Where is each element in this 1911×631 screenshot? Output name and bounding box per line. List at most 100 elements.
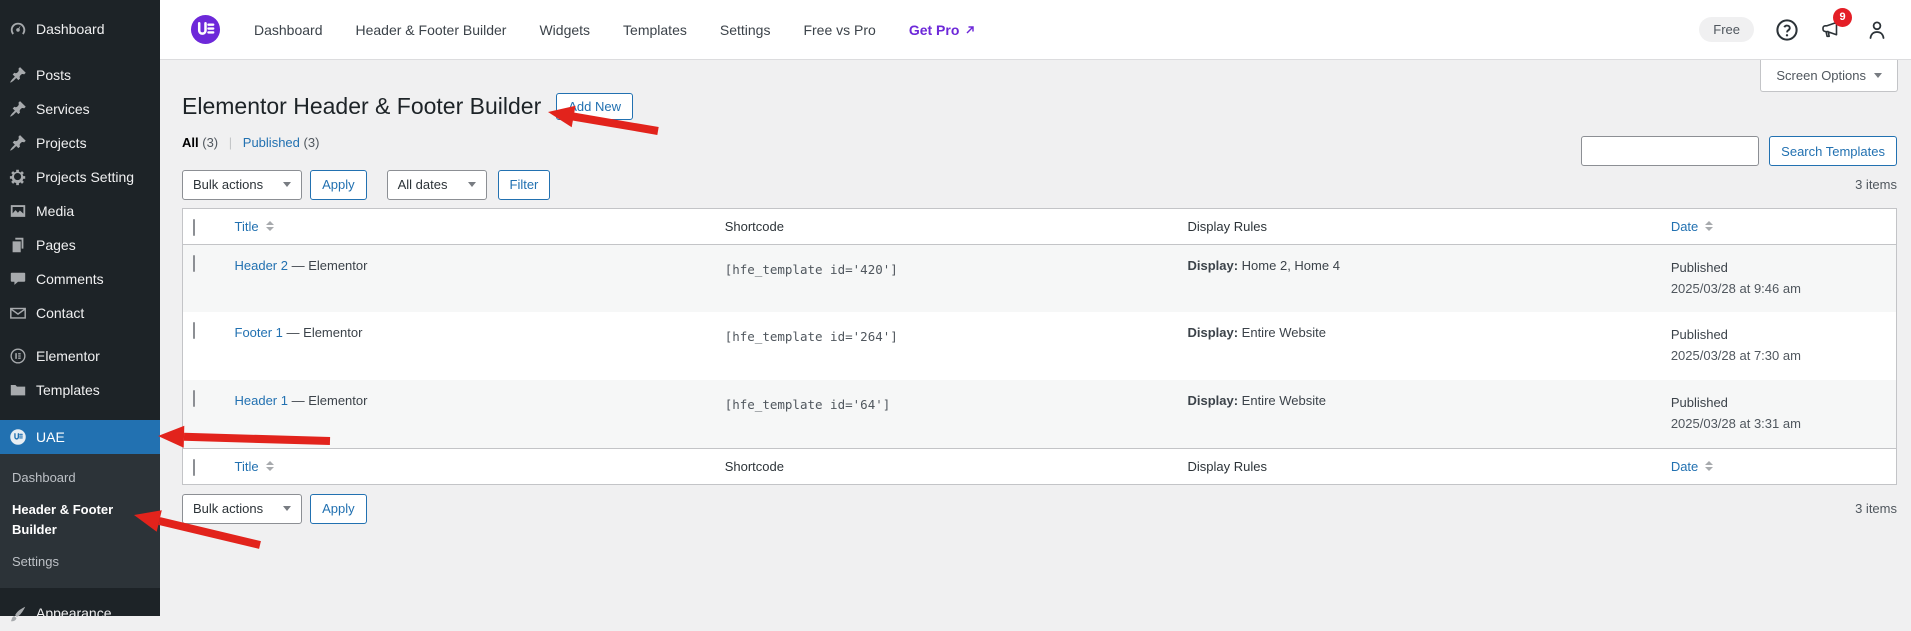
- topnav-dashboard[interactable]: Dashboard: [254, 22, 323, 38]
- row-status: Published: [1671, 393, 1886, 414]
- topnav-templates[interactable]: Templates: [623, 22, 687, 38]
- table-nav-bottom: Bulk actions Apply 3 items: [182, 494, 1897, 524]
- sidebar-item-elementor[interactable]: Elementor: [0, 339, 160, 373]
- row-date: 2025/03/28 at 3:31 am: [1671, 414, 1886, 435]
- sidebar-item-services[interactable]: Services: [0, 92, 160, 126]
- sidebar-item-templates[interactable]: Templates: [0, 373, 160, 407]
- apply-button-bottom[interactable]: Apply: [310, 494, 367, 524]
- chevron-down-icon: [283, 182, 291, 187]
- column-header-date[interactable]: Date: [1671, 219, 1713, 234]
- sidebar-item-pages[interactable]: Pages: [0, 228, 160, 262]
- sidebar-item-label: Contact: [36, 305, 84, 322]
- admin-content-area: Screen Options Elementor Header & Footer…: [160, 60, 1911, 616]
- submenu-item-header-footer-builder[interactable]: Header & Footer Builder: [0, 494, 160, 546]
- row-title-link[interactable]: Footer 1: [235, 325, 283, 340]
- get-pro-label: Get Pro: [909, 22, 960, 38]
- add-new-button[interactable]: Add New: [556, 93, 633, 120]
- uae-submenu: Dashboard Header & Footer Builder Settin…: [0, 454, 160, 588]
- sidebar-item-dashboard[interactable]: Dashboard: [0, 12, 160, 46]
- envelope-icon: [9, 304, 27, 322]
- bulk-actions-label: Bulk actions: [193, 501, 263, 516]
- column-header-title[interactable]: Title: [235, 219, 274, 234]
- account-icon[interactable]: [1865, 18, 1889, 42]
- row-status: Published: [1671, 258, 1886, 279]
- get-pro-link[interactable]: Get Pro: [909, 22, 977, 38]
- sidebar-item-label: Appearance: [36, 605, 112, 622]
- pushpin-icon: [9, 66, 27, 84]
- column-footer-shortcode: Shortcode: [715, 448, 1178, 484]
- sidebar-item-posts[interactable]: Posts: [0, 58, 160, 92]
- templates-table: Title Shortcode Display Rules Date Heade…: [182, 208, 1897, 485]
- sidebar-item-media[interactable]: Media: [0, 194, 160, 228]
- select-all-checkbox[interactable]: [193, 219, 195, 236]
- view-published-count: (3): [304, 135, 320, 150]
- row-checkbox[interactable]: [193, 322, 195, 339]
- notification-count-badge: 9: [1833, 8, 1852, 27]
- search-templates-input[interactable]: [1581, 136, 1759, 166]
- screen-options-label: Screen Options: [1776, 68, 1866, 83]
- folder-icon: [9, 381, 27, 399]
- column-footer-date[interactable]: Date: [1671, 459, 1713, 474]
- bulk-actions-label: Bulk actions: [193, 177, 263, 192]
- row-shortcode: [hfe_template id='64']: [715, 380, 1178, 448]
- sort-icon: [1705, 221, 1713, 231]
- topnav-settings[interactable]: Settings: [720, 22, 771, 38]
- table-nav-top: Bulk actions Apply All dates Filter 3 it…: [182, 170, 1897, 200]
- topnav-widgets[interactable]: Widgets: [539, 22, 590, 38]
- column-footer-display-rules: Display Rules: [1177, 448, 1660, 484]
- row-shortcode: [hfe_template id='420']: [715, 244, 1178, 312]
- screen-options-toggle[interactable]: Screen Options: [1760, 60, 1898, 92]
- submenu-item-dashboard[interactable]: Dashboard: [0, 462, 160, 494]
- sort-icon: [266, 221, 274, 231]
- row-date: 2025/03/28 at 7:30 am: [1671, 346, 1886, 367]
- row-checkbox[interactable]: [193, 390, 195, 407]
- sidebar-item-projects[interactable]: Projects: [0, 126, 160, 160]
- sidebar-item-comments[interactable]: Comments: [0, 262, 160, 296]
- topnav-header-footer-builder[interactable]: Header & Footer Builder: [356, 22, 507, 38]
- uae-brand-logo: [190, 14, 221, 45]
- filter-button[interactable]: Filter: [498, 170, 551, 200]
- page-title: Elementor Header & Footer Builder: [182, 92, 541, 122]
- dashboard-icon: [9, 20, 27, 38]
- row-date: 2025/03/28 at 9:46 am: [1671, 279, 1886, 300]
- pages-icon: [9, 236, 27, 254]
- help-icon[interactable]: [1775, 18, 1799, 42]
- sidebar-item-label: UAE: [36, 429, 65, 446]
- row-title-link[interactable]: Header 1: [235, 393, 288, 408]
- items-count: 3 items: [1855, 177, 1897, 192]
- row-title-suffix: — Elementor: [283, 325, 362, 340]
- chevron-down-icon: [283, 506, 291, 511]
- row-checkbox[interactable]: [193, 255, 195, 272]
- sidebar-item-contact[interactable]: Contact: [0, 296, 160, 330]
- bulk-actions-select[interactable]: Bulk actions: [182, 170, 302, 200]
- view-all-link[interactable]: All: [182, 135, 199, 150]
- admin-sidebar: Dashboard Posts Services Projects Projec…: [0, 0, 160, 616]
- sidebar-item-label: Pages: [36, 237, 76, 254]
- sidebar-item-projects-setting[interactable]: Projects Setting: [0, 160, 160, 194]
- search-templates-button[interactable]: Search Templates: [1769, 136, 1897, 166]
- sidebar-item-label: Elementor: [36, 348, 100, 365]
- submenu-item-settings[interactable]: Settings: [0, 546, 160, 578]
- sidebar-item-uae[interactable]: UAE: [0, 420, 160, 454]
- apply-button[interactable]: Apply: [310, 170, 367, 200]
- external-link-icon: [964, 24, 976, 36]
- all-dates-select[interactable]: All dates: [387, 170, 487, 200]
- row-shortcode: [hfe_template id='264']: [715, 312, 1178, 380]
- pushpin-icon: [9, 134, 27, 152]
- pushpin-icon: [9, 100, 27, 118]
- select-all-checkbox[interactable]: [193, 459, 195, 476]
- view-divider: |: [229, 135, 232, 150]
- gear-icon: [9, 168, 27, 186]
- row-title-link[interactable]: Header 2: [235, 258, 288, 273]
- topnav-free-vs-pro[interactable]: Free vs Pro: [803, 22, 875, 38]
- free-plan-badge: Free: [1699, 17, 1754, 42]
- table-row: Header 1 — Elementor [hfe_template id='6…: [183, 380, 1897, 448]
- announcements-megaphone-icon[interactable]: 9: [1820, 18, 1844, 42]
- sidebar-item-appearance[interactable]: Appearance: [0, 597, 160, 631]
- sort-icon: [1705, 461, 1713, 471]
- bulk-actions-select-bottom[interactable]: Bulk actions: [182, 494, 302, 524]
- chevron-down-icon: [1874, 73, 1882, 78]
- table-row: Header 2 — Elementor [hfe_template id='4…: [183, 244, 1897, 312]
- view-published-link[interactable]: Published: [243, 135, 300, 150]
- column-footer-title[interactable]: Title: [235, 459, 274, 474]
